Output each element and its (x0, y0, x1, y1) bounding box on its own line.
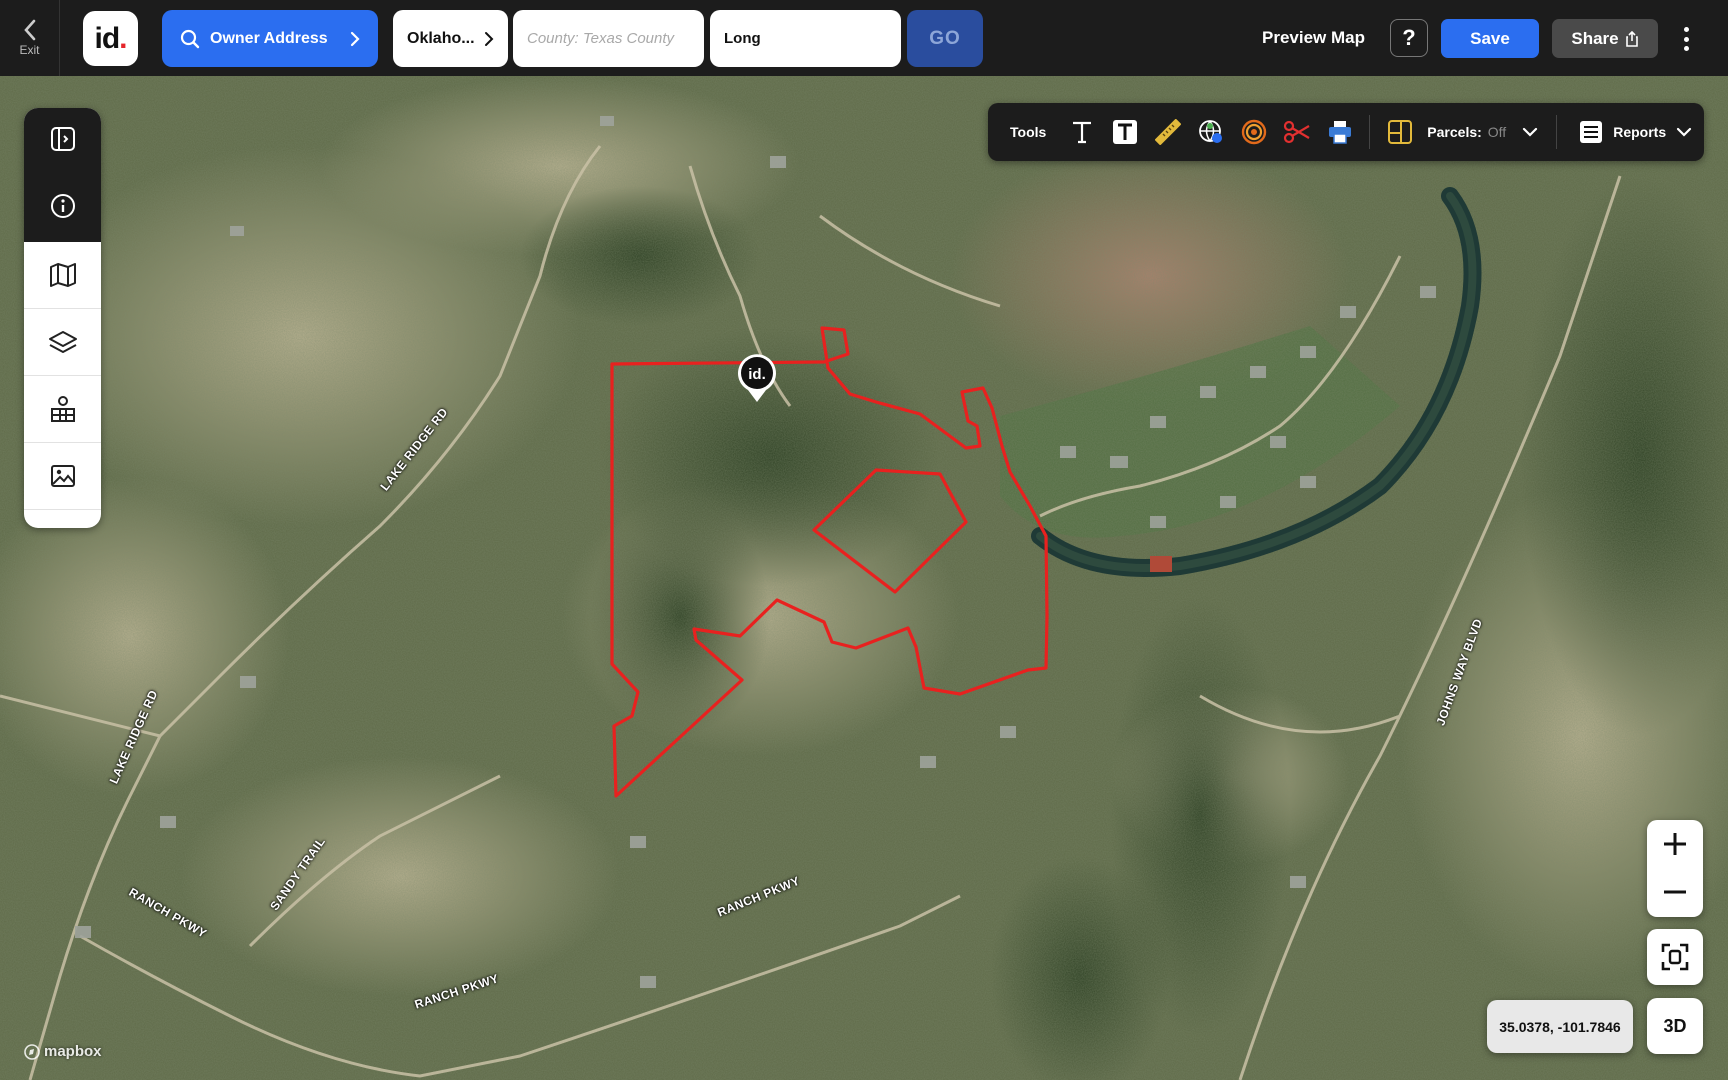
reports-label: Reports (1613, 124, 1667, 140)
plus-icon (1664, 833, 1686, 855)
logo-text: id (94, 21, 120, 55)
preview-map-button[interactable]: Preview Map (1262, 28, 1365, 48)
globe-tool-button[interactable] (1189, 112, 1232, 152)
chevron-left-icon (23, 19, 35, 41)
sidebar-item-layers[interactable] (24, 309, 101, 376)
scissors-icon (1283, 120, 1310, 144)
coordinates-readout[interactable]: 35.0378, -101.7846 (1487, 1000, 1633, 1053)
satellite-imagery (0, 76, 1728, 1080)
longitude-input[interactable] (710, 10, 901, 67)
view-3d-button[interactable]: 3D (1647, 998, 1703, 1054)
radius-icon (1241, 119, 1266, 145)
text-tool-button[interactable] (1060, 112, 1103, 152)
sidebar-item-map[interactable] (24, 242, 101, 309)
parcel-style-button[interactable] (1378, 112, 1421, 152)
help-button[interactable]: ? (1390, 19, 1428, 57)
more-menu-button[interactable] (1676, 24, 1696, 54)
tools-title: Tools (1010, 124, 1047, 140)
go-button[interactable]: GO (907, 10, 983, 67)
more-dot-icon (1683, 46, 1689, 51)
left-sidebar (24, 108, 101, 528)
parcels-toggle[interactable]: Parcels: Off (1427, 124, 1538, 140)
reports-icon (1580, 121, 1603, 143)
exit-label: Exit (19, 43, 40, 57)
property-pin-icon[interactable]: id. (736, 352, 778, 404)
state-select[interactable]: Oklaho... (393, 10, 508, 67)
chevron-down-icon (1523, 127, 1538, 137)
chevron-down-icon (1677, 127, 1692, 137)
map-icon (49, 263, 76, 287)
parcels-state: Off (1487, 124, 1507, 140)
pin-label: id. (748, 366, 766, 383)
parcel-grid-icon (1387, 120, 1412, 144)
ruler-icon (1154, 119, 1181, 145)
sidebar-item-features[interactable] (24, 376, 101, 443)
owner-address-label: Owner Address (210, 29, 328, 47)
radius-tool-button[interactable] (1232, 112, 1275, 152)
tools-toolbar: Tools Parcels: Off Reports (988, 103, 1704, 161)
layers-icon (48, 331, 77, 353)
search-icon (180, 29, 200, 48)
share-label: Share (1571, 28, 1619, 48)
fit-to-parcel-button[interactable] (1647, 929, 1703, 985)
text-icon (1072, 121, 1091, 144)
measure-tool-button[interactable] (1146, 112, 1189, 152)
more-dot-icon (1683, 36, 1689, 42)
cut-tool-button[interactable] (1275, 112, 1318, 152)
chevron-right-icon (485, 31, 494, 46)
panel-toggle-icon (50, 127, 75, 151)
info-icon (50, 194, 75, 218)
focus-frame-icon (1661, 943, 1689, 971)
zoom-in-button[interactable] (1647, 820, 1703, 868)
zoom-out-button[interactable] (1647, 868, 1703, 916)
buildings-icon (50, 396, 75, 422)
app-logo[interactable]: id. (83, 11, 138, 66)
sidebar-item-toggle[interactable] (24, 108, 101, 170)
minus-icon (1664, 890, 1686, 894)
share-icon (1625, 30, 1638, 47)
mapbox-attribution[interactable]: mapbox (24, 1043, 102, 1060)
print-tool-button[interactable] (1318, 112, 1361, 152)
parcels-label: Parcels: (1427, 124, 1482, 140)
image-icon (50, 465, 75, 487)
globe-icon (1198, 120, 1222, 143)
state-value: Oklaho... (407, 29, 475, 47)
text-box-tool-button[interactable] (1103, 112, 1146, 152)
mapbox-logo-icon (24, 1043, 40, 1060)
attribution-text: mapbox (44, 1043, 102, 1060)
sidebar-item-photos[interactable] (24, 443, 101, 510)
county-input[interactable] (513, 10, 704, 67)
reports-dropdown[interactable]: Reports (1579, 120, 1692, 144)
text-box-icon (1112, 120, 1137, 144)
share-button[interactable]: Share (1552, 19, 1658, 58)
exit-button[interactable]: Exit (0, 0, 60, 76)
toolbar-divider (1556, 115, 1558, 149)
top-bar: Exit id. Owner Address Oklaho... GO Prev… (0, 0, 1728, 76)
save-button[interactable]: Save (1441, 19, 1539, 58)
printer-icon (1328, 121, 1351, 144)
owner-address-button[interactable]: Owner Address (162, 10, 378, 67)
logo-dot: . (119, 21, 127, 55)
toolbar-divider (1369, 115, 1371, 149)
satellite-map[interactable]: LAKE RIDGE RD LAKE RIDGE RD SANDY TRAIL … (0, 76, 1728, 1080)
chevron-right-icon (350, 31, 360, 46)
zoom-control (1647, 820, 1703, 917)
more-dot-icon (1683, 27, 1689, 32)
sidebar-item-info[interactable] (24, 170, 101, 242)
